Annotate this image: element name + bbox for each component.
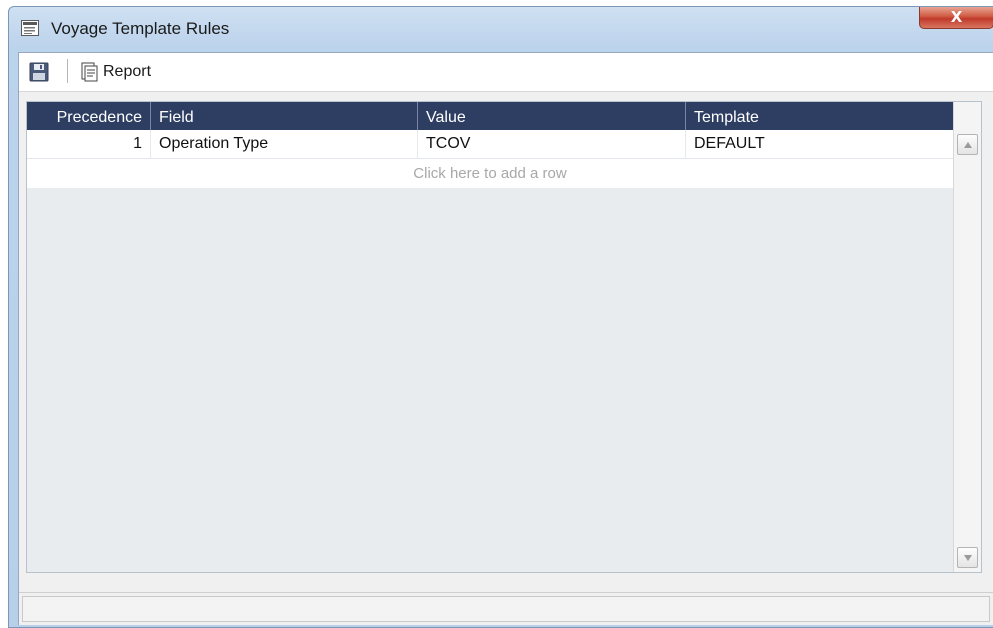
cell-value[interactable]: TCOV xyxy=(418,130,686,158)
status-bar xyxy=(19,592,993,625)
close-button[interactable]: X xyxy=(919,7,993,29)
client-area: Report Precedence Field Value Template 1… xyxy=(18,52,993,625)
window-icon xyxy=(21,20,39,36)
toolbar: Report xyxy=(19,53,993,92)
report-label: Report xyxy=(103,63,152,80)
cell-field[interactable]: Operation Type xyxy=(151,130,418,158)
scroll-up-icon[interactable] xyxy=(957,134,978,155)
cell-template[interactable]: DEFAULT xyxy=(686,130,953,158)
report-icon xyxy=(81,62,98,82)
column-header-value[interactable]: Value xyxy=(418,102,686,130)
vertical-scrollbar[interactable] xyxy=(953,102,981,572)
close-icon: X xyxy=(950,8,963,26)
voyage-template-rules-window: Voyage Template Rules X Report Precedenc… xyxy=(8,6,993,628)
title-bar[interactable]: Voyage Template Rules X xyxy=(9,7,993,51)
table-row[interactable]: 1 Operation Type TCOV DEFAULT xyxy=(27,130,953,159)
report-button[interactable]: Report xyxy=(79,59,151,85)
column-header-precedence[interactable]: Precedence xyxy=(27,102,151,130)
grid-header: Precedence Field Value Template xyxy=(27,102,953,130)
column-header-field[interactable]: Field xyxy=(151,102,418,130)
save-icon[interactable] xyxy=(29,62,49,82)
toolbar-separator xyxy=(67,59,68,83)
cell-precedence[interactable]: 1 xyxy=(27,130,151,158)
column-header-template[interactable]: Template xyxy=(686,102,953,130)
window-title: Voyage Template Rules xyxy=(51,19,230,38)
status-panel xyxy=(22,596,990,622)
scroll-down-icon[interactable] xyxy=(957,547,978,568)
add-row-button[interactable]: Click here to add a row xyxy=(27,159,953,188)
rules-grid: Precedence Field Value Template 1 Operat… xyxy=(26,101,982,573)
